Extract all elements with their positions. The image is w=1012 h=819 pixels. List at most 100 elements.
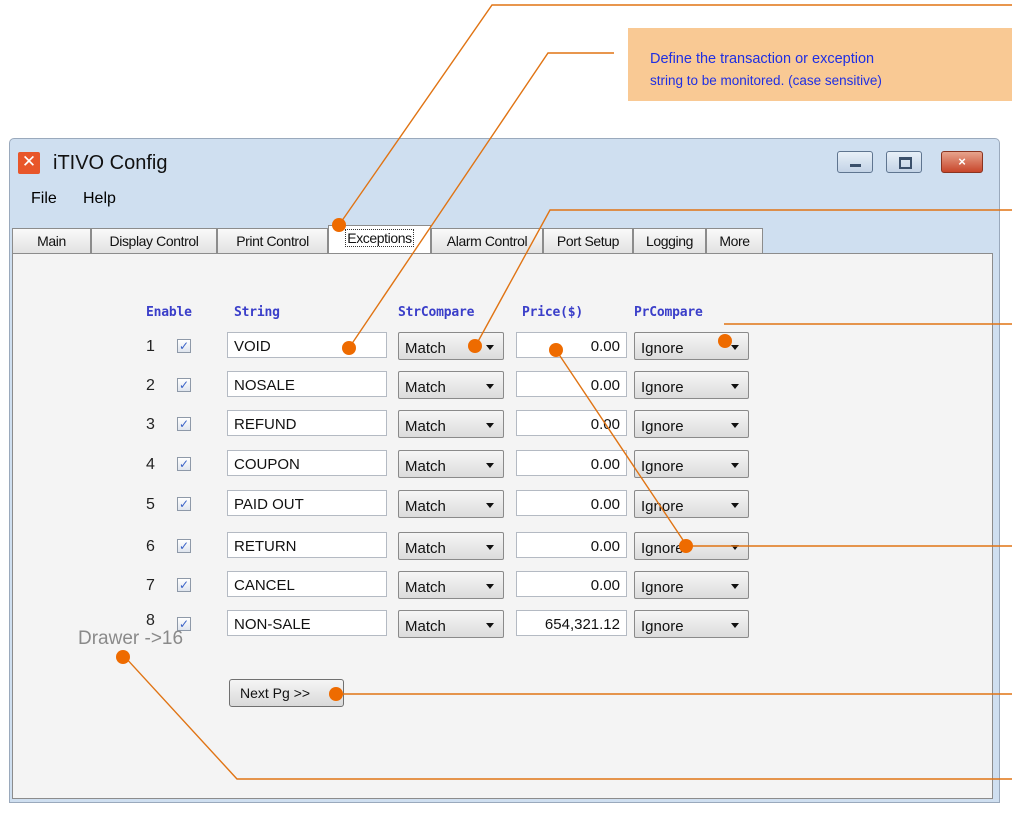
- tab-exceptions-label: Exceptions: [345, 229, 414, 247]
- strcompare-value: Match: [405, 379, 446, 396]
- tab-display-control[interactable]: Display Control: [91, 228, 217, 253]
- chevron-down-icon: [731, 545, 739, 550]
- close-button[interactable]: ×: [941, 151, 983, 173]
- marker-dot: [342, 341, 356, 355]
- prcompare-select[interactable]: Ignore: [634, 332, 749, 360]
- exception-row: 5 ✓ PAID OUT Match 0.00 Ignore: [0, 490, 1012, 520]
- prcompare-select[interactable]: Ignore: [634, 490, 749, 518]
- tab-more[interactable]: More: [706, 228, 763, 253]
- strcompare-select[interactable]: Match: [398, 410, 504, 438]
- menu-bar: File Help: [10, 187, 999, 211]
- enable-checkbox[interactable]: ✓: [177, 457, 191, 471]
- exception-row: 4 ✓ COUPON Match 0.00 Ignore: [0, 450, 1012, 480]
- string-input[interactable]: PAID OUT: [227, 490, 387, 516]
- strcompare-select[interactable]: Match: [398, 571, 504, 599]
- row-index: 2: [146, 377, 155, 394]
- enable-checkbox[interactable]: ✓: [177, 339, 191, 353]
- row-index: 4: [146, 456, 155, 473]
- maximize-button[interactable]: [886, 151, 922, 173]
- row-index: 5: [146, 496, 155, 513]
- prcompare-select[interactable]: Ignore: [634, 610, 749, 638]
- strcompare-value: Match: [405, 498, 446, 515]
- chevron-down-icon: [731, 463, 739, 468]
- enable-checkbox[interactable]: ✓: [177, 578, 191, 592]
- price-input[interactable]: 654,321.12: [516, 610, 627, 636]
- prcompare-value: Ignore: [641, 579, 684, 596]
- chevron-down-icon: [731, 623, 739, 628]
- menu-file[interactable]: File: [31, 190, 57, 208]
- title-bar[interactable]: ✕ iTIVO Config ×: [10, 139, 999, 187]
- price-input[interactable]: 0.00: [516, 490, 627, 516]
- prcompare-value: Ignore: [641, 540, 684, 557]
- strcompare-select[interactable]: Match: [398, 532, 504, 560]
- strcompare-select[interactable]: Match: [398, 610, 504, 638]
- price-input[interactable]: 0.00: [516, 571, 627, 597]
- strcompare-select[interactable]: Match: [398, 371, 504, 399]
- minimize-button[interactable]: [837, 151, 873, 173]
- prcompare-select[interactable]: Ignore: [634, 450, 749, 478]
- app-tools-icon: ✕: [18, 152, 40, 174]
- tab-main[interactable]: Main: [12, 228, 91, 253]
- marker-dot: [468, 339, 482, 353]
- enable-checkbox[interactable]: ✓: [177, 497, 191, 511]
- price-input[interactable]: 0.00: [516, 332, 627, 358]
- chevron-down-icon: [486, 545, 494, 550]
- price-input[interactable]: 0.00: [516, 450, 627, 476]
- callout-line-2: string to be monitored. (case sensitive): [650, 73, 882, 88]
- prcompare-select[interactable]: Ignore: [634, 371, 749, 399]
- chevron-down-icon: [731, 384, 739, 389]
- exception-row: 2 ✓ NOSALE Match 0.00 Ignore: [0, 371, 1012, 401]
- prcompare-value: Ignore: [641, 379, 684, 396]
- marker-dot: [116, 650, 130, 664]
- string-input[interactable]: VOID: [227, 332, 387, 358]
- tab-alarm-control[interactable]: Alarm Control: [431, 228, 543, 253]
- tab-print-control[interactable]: Print Control: [217, 228, 328, 253]
- enable-checkbox[interactable]: ✓: [177, 378, 191, 392]
- exception-row: 6 ✓ RETURN Match 0.00 Ignore: [0, 532, 1012, 562]
- string-input[interactable]: CANCEL: [227, 571, 387, 597]
- string-input[interactable]: NOSALE: [227, 371, 387, 397]
- strcompare-select[interactable]: Match: [398, 450, 504, 478]
- price-input[interactable]: 0.00: [516, 410, 627, 436]
- header-prcompare: PrCompare: [634, 305, 703, 320]
- next-page-button[interactable]: Next Pg >>: [229, 679, 344, 707]
- callout-line-1: Define the transaction or exception: [650, 51, 875, 67]
- exception-row: 1 ✓ VOID Match 0.00 Ignore: [0, 332, 1012, 362]
- string-input[interactable]: NON-SALE: [227, 610, 387, 636]
- prcompare-value: Ignore: [641, 340, 684, 357]
- strcompare-select[interactable]: Match: [398, 490, 504, 518]
- strcompare-value: Match: [405, 458, 446, 475]
- tab-logging[interactable]: Logging: [633, 228, 706, 253]
- prcompare-value: Ignore: [641, 618, 684, 635]
- price-input[interactable]: 0.00: [516, 371, 627, 397]
- chevron-down-icon: [486, 423, 494, 428]
- marker-dot: [329, 687, 343, 701]
- marker-dot: [679, 539, 693, 553]
- string-input[interactable]: REFUND: [227, 410, 387, 436]
- row-index: 6: [146, 538, 155, 555]
- price-input[interactable]: 0.00: [516, 532, 627, 558]
- enable-checkbox[interactable]: ✓: [177, 539, 191, 553]
- chevron-down-icon: [731, 503, 739, 508]
- prcompare-select[interactable]: Ignore: [634, 571, 749, 599]
- enable-checkbox[interactable]: ✓: [177, 417, 191, 431]
- prcompare-select[interactable]: Ignore: [634, 410, 749, 438]
- string-input[interactable]: COUPON: [227, 450, 387, 476]
- strcompare-select[interactable]: Match: [398, 332, 504, 360]
- string-input[interactable]: RETURN: [227, 532, 387, 558]
- header-enable: Enable: [146, 305, 192, 320]
- header-price: Price($): [522, 305, 584, 320]
- exception-row: 3 ✓ REFUND Match 0.00 Ignore: [0, 410, 1012, 440]
- strcompare-value: Match: [405, 418, 446, 435]
- chevron-down-icon: [486, 503, 494, 508]
- tab-port-setup[interactable]: Port Setup: [543, 228, 633, 253]
- chevron-down-icon: [486, 384, 494, 389]
- chevron-down-icon: [731, 345, 739, 350]
- menu-help[interactable]: Help: [83, 190, 116, 208]
- chevron-down-icon: [486, 623, 494, 628]
- strcompare-value: Match: [405, 540, 446, 557]
- strcompare-value: Match: [405, 579, 446, 596]
- row-index: 3: [146, 416, 155, 433]
- exception-row: 7 ✓ CANCEL Match 0.00 Ignore: [0, 571, 1012, 601]
- header-string: String: [234, 305, 280, 320]
